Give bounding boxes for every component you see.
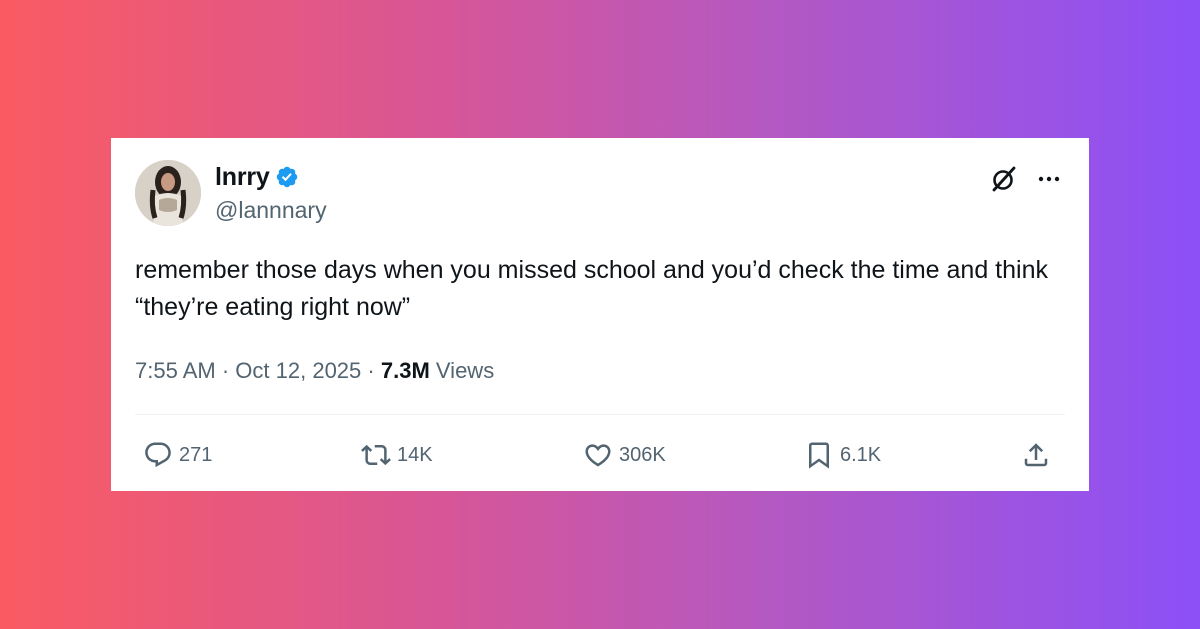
header-actions bbox=[989, 164, 1063, 194]
more-options-icon[interactable] bbox=[1035, 165, 1063, 193]
display-name[interactable]: lnrry bbox=[215, 163, 270, 192]
like-count: 306K bbox=[619, 443, 666, 466]
share-button[interactable] bbox=[1021, 440, 1051, 470]
divider bbox=[135, 414, 1065, 415]
bookmark-icon bbox=[804, 440, 834, 470]
meta-separator: · bbox=[367, 358, 375, 383]
tweet-time[interactable]: 7:55 AM bbox=[135, 358, 216, 383]
views-label: Views bbox=[435, 358, 495, 383]
views-count: 7.3M bbox=[380, 358, 430, 383]
share-icon bbox=[1021, 440, 1051, 470]
retweet-button[interactable]: 14K bbox=[361, 440, 433, 470]
grok-icon[interactable] bbox=[989, 164, 1019, 194]
reply-count: 271 bbox=[179, 443, 213, 466]
retweet-icon bbox=[361, 440, 391, 470]
reply-button[interactable]: 271 bbox=[143, 440, 212, 470]
meta-separator: · bbox=[221, 358, 230, 383]
name-row: lnrry bbox=[215, 162, 299, 192]
reply-icon bbox=[143, 440, 173, 470]
bookmark-count: 6.1K bbox=[840, 443, 882, 466]
like-button[interactable]: 306K bbox=[583, 440, 666, 470]
avatar-image bbox=[135, 160, 201, 226]
tweet-meta: 7:55 AM · Oct 12, 2025 · 7.3M Views bbox=[135, 358, 494, 384]
verified-badge-icon bbox=[275, 165, 299, 189]
tweet-date[interactable]: Oct 12, 2025 bbox=[235, 358, 361, 383]
user-handle[interactable]: @lannnary bbox=[215, 197, 327, 224]
like-icon bbox=[583, 440, 613, 470]
retweet-count: 14K bbox=[397, 443, 433, 466]
tweet-card: lnrry @lannnary remember those days when… bbox=[111, 138, 1089, 491]
tweet-text: remember those days when you missed scho… bbox=[135, 256, 1048, 321]
avatar[interactable] bbox=[135, 160, 201, 226]
bookmark-button[interactable]: 6.1K bbox=[804, 440, 881, 470]
